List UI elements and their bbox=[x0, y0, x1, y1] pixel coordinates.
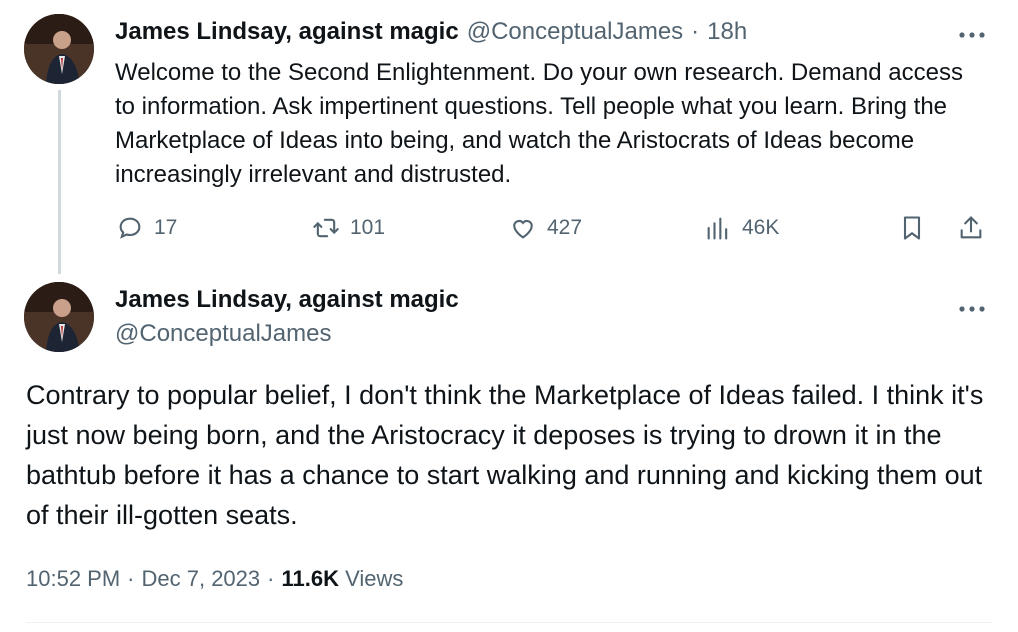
avatar[interactable] bbox=[24, 14, 94, 84]
tweet-time[interactable]: 10:52 PM bbox=[26, 566, 120, 592]
separator: · bbox=[127, 566, 135, 591]
like-count: 427 bbox=[547, 216, 583, 239]
handle[interactable]: @ConceptualJames bbox=[115, 320, 331, 348]
bookmark-button[interactable] bbox=[898, 214, 926, 242]
tweet-metadata: 10:52 PM · Dec 7, 2023 · 11.6K Views bbox=[26, 566, 403, 592]
avatar[interactable] bbox=[24, 282, 94, 352]
reply-count: 17 bbox=[154, 216, 178, 239]
tweet-date[interactable]: Dec 7, 2023 bbox=[142, 566, 261, 592]
display-name[interactable]: James Lindsay, against magic bbox=[115, 18, 459, 46]
views-label: Views bbox=[345, 566, 404, 591]
reply-button[interactable]: 17 bbox=[116, 214, 177, 242]
bookmark-icon bbox=[903, 216, 921, 240]
tweet-text: Welcome to the Second Enlightenment. Do … bbox=[115, 59, 963, 188]
views-button[interactable]: 46K bbox=[704, 214, 779, 242]
views-chart-icon bbox=[707, 217, 728, 240]
divider bbox=[26, 622, 992, 623]
handle[interactable]: @ConceptualJames bbox=[467, 18, 683, 46]
avatar-image bbox=[24, 282, 94, 352]
more-options-button[interactable] bbox=[958, 20, 986, 46]
repost-button[interactable]: 101 bbox=[312, 214, 385, 242]
reply-bubble-icon bbox=[119, 217, 141, 239]
more-horizontal-icon bbox=[959, 32, 985, 38]
thread-line bbox=[58, 90, 61, 274]
more-options-button[interactable] bbox=[958, 294, 986, 320]
avatar-image bbox=[24, 14, 94, 84]
more-horizontal-icon bbox=[959, 306, 985, 312]
separator: · bbox=[691, 18, 700, 45]
share-button[interactable] bbox=[957, 214, 985, 242]
heart-icon bbox=[513, 219, 533, 239]
share-icon bbox=[960, 216, 982, 239]
separator: · bbox=[267, 566, 275, 591]
views-count: 46K bbox=[742, 216, 780, 239]
views-count: 11.6K bbox=[281, 566, 339, 591]
timestamp[interactable]: 18h bbox=[707, 18, 747, 46]
reply-tweet-header: James Lindsay, against magic @Conceptual… bbox=[115, 18, 747, 46]
display-name[interactable]: James Lindsay, against magic bbox=[115, 286, 459, 314]
tweet-text: Contrary to popular belief, I don't thin… bbox=[26, 380, 984, 530]
repost-icon bbox=[313, 218, 339, 238]
repost-count: 101 bbox=[350, 216, 386, 239]
like-button[interactable]: 427 bbox=[509, 214, 582, 242]
